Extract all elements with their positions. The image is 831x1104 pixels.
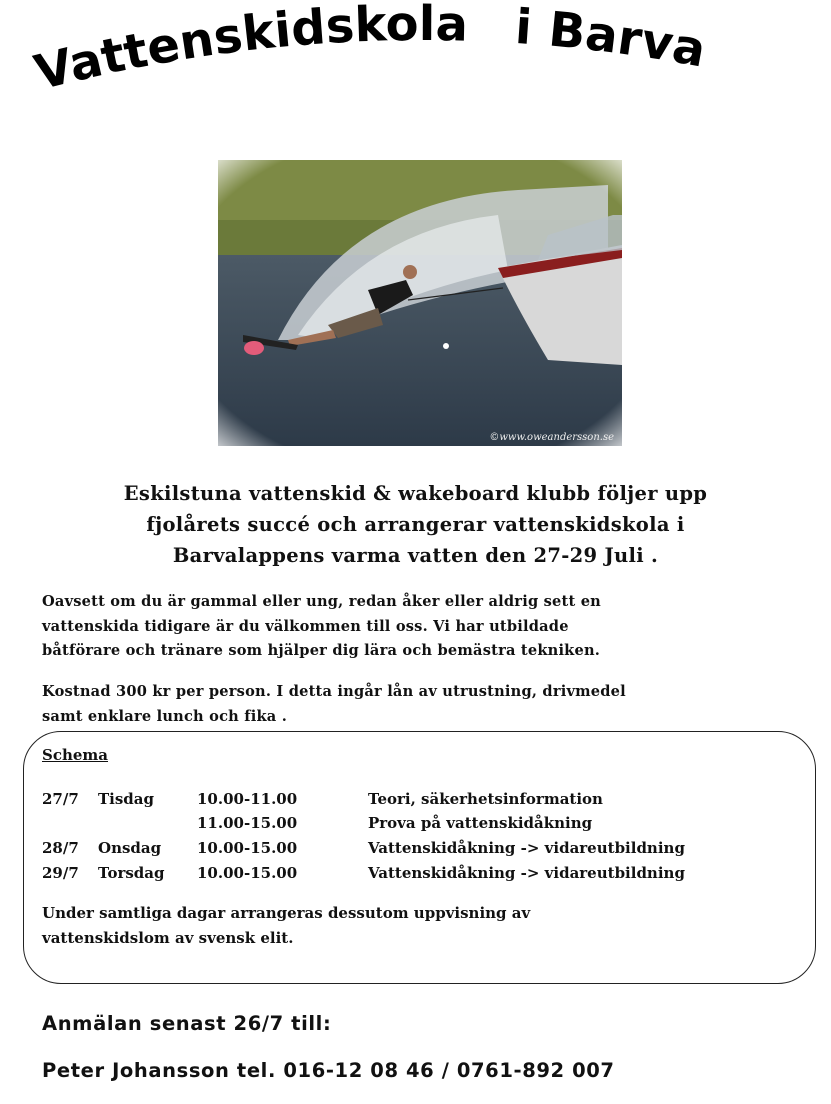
- intro-line: Eskilstuna vattenskid & wakeboard klubb …: [123, 482, 708, 505]
- schedule-note: Under samtliga dagar arrangeras dessutom…: [42, 901, 782, 951]
- note-line: Under samtliga dagar arrangeras dessutom…: [42, 904, 531, 922]
- schedule-activity: Teori, säkerhetsinformation: [368, 790, 603, 808]
- note-line: vattenskidslom av svensk elit.: [42, 929, 294, 947]
- paragraph-line: båtförare och tränare som hjälper dig lä…: [42, 642, 601, 659]
- intro-text: Eskilstuna vattenskid & wakeboard klubb …: [40, 478, 791, 571]
- waterskier-photo: ©www.oweandersson.se: [218, 160, 622, 446]
- schedule-time: 10.00-15.00: [197, 839, 298, 857]
- svg-text:Vattenskidskola i Barva: Vattenskidskola i Barva: [29, 0, 710, 102]
- schedule-row: 28/7 Onsdag 10.00-15.00 Vattenskidåkning…: [42, 839, 802, 863]
- schedule-time: 10.00-11.00: [197, 790, 298, 808]
- schedule-row: 29/7 Torsdag 10.00-15.00 Vattenskidåknin…: [42, 864, 802, 888]
- schedule-date: 29/7: [42, 864, 79, 882]
- schedule-time: 10.00-15.00: [197, 864, 298, 882]
- paragraph-line: Oavsett om du är gammal eller ung, redan…: [42, 593, 601, 610]
- schedule-activity: Prova på vattenskidåkning: [368, 814, 593, 832]
- schedule-day: Torsdag: [98, 864, 165, 882]
- schedule-time: 11.00-15.00: [197, 814, 298, 832]
- schedule-activity: Vattenskidåkning -> vidareutbildning: [368, 864, 685, 882]
- schedule-activity: Vattenskidåkning -> vidareutbildning: [368, 839, 685, 857]
- schedule-day: Tisdag: [98, 790, 155, 808]
- schedule-date: 27/7: [42, 790, 79, 808]
- intro-line: fjolårets succé och arrangerar vattenski…: [146, 513, 685, 536]
- schedule-day: Onsdag: [98, 839, 162, 857]
- title-part2: i Barva: [513, 0, 709, 79]
- page-title: Vattenskidskola i Barva: [29, 0, 710, 102]
- welcome-paragraph: Oavsett om du är gammal eller ung, redan…: [42, 590, 802, 664]
- photo-watermark: ©www.oweandersson.se: [489, 432, 614, 443]
- paragraph-line: vattenskida tidigare är du välkommen til…: [42, 617, 569, 635]
- intro-line: Barvalappens varma vatten den 27-29 Juli…: [172, 544, 659, 567]
- schedule-row: 27/7 Tisdag 10.00-11.00 Teori, säkerhets…: [42, 790, 802, 814]
- schedule-heading: Schema: [42, 746, 109, 764]
- title-part1: Vattenskidskola: [29, 0, 468, 102]
- paragraph-line: samt enklare lunch och fika .: [42, 707, 288, 725]
- cost-paragraph: Kostnad 300 kr per person. I detta ingår…: [42, 680, 802, 729]
- registration-deadline: Anmälan senast 26/7 till:: [42, 1012, 332, 1035]
- schedule-row: 11.00-15.00 Prova på vattenskidåkning: [42, 814, 802, 838]
- paragraph-line: Kostnad 300 kr per person. I detta ingår…: [42, 683, 626, 700]
- schedule-date: 28/7: [42, 839, 79, 857]
- registration-contact: Peter Johansson tel. 016-12 08 46 / 0761…: [42, 1059, 615, 1082]
